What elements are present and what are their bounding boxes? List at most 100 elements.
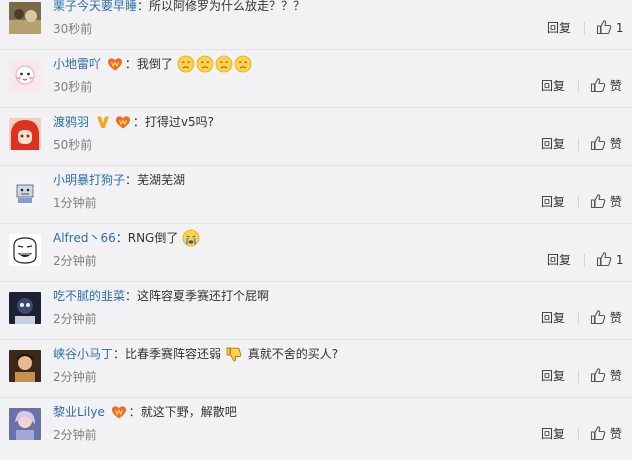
like-button[interactable]: 赞 xyxy=(590,307,622,329)
comment-row: 吃不腻的韭菜：这阵容夏季赛还打个屁啊 2分钟前 回复 赞 xyxy=(0,282,632,340)
avatar[interactable] xyxy=(9,350,41,382)
vip-heart-badge-icon xyxy=(111,404,127,420)
reply-button[interactable]: 回复 xyxy=(541,424,565,444)
comment-row: 峡谷小马丁：比春季赛阵容还弱 真就不舍的买人? 2分钟前 回复 赞 xyxy=(0,340,632,398)
thumbs-up-icon xyxy=(596,251,612,267)
divider xyxy=(578,138,579,151)
thumbs-up-icon xyxy=(596,19,612,35)
comment-text: 比春季赛阵容还弱 xyxy=(125,347,222,361)
avatar[interactable] xyxy=(9,234,41,266)
divider xyxy=(578,80,579,93)
like-button[interactable]: 赞 xyxy=(590,75,622,97)
comment-username[interactable]: 吃不腻的韭菜 xyxy=(53,289,125,303)
comment-username[interactable]: 渡鸦羽 xyxy=(53,115,89,129)
comment-time: 30秒前 xyxy=(53,80,93,94)
like-count: 赞 xyxy=(609,79,622,93)
verified-v-icon xyxy=(95,114,111,130)
like-button[interactable]: 赞 xyxy=(590,423,622,445)
comment-colon: ： xyxy=(128,405,141,419)
comment-colon: ： xyxy=(137,0,150,13)
like-count: 赞 xyxy=(609,427,622,441)
comment-row: 小明暴打狗子：芜湖芜湖 1分钟前 回复 赞 xyxy=(0,166,632,224)
comment-colon: ： xyxy=(113,347,126,361)
comment-username[interactable]: 栗子今天要早睡 xyxy=(53,0,137,13)
sad-face-emoji xyxy=(215,55,233,73)
comment-username[interactable]: 小明暴打狗子 xyxy=(53,173,125,187)
comment-text: 打得过v5吗? xyxy=(144,115,214,129)
comment-text-cont: 真就不舍的买人? xyxy=(247,347,339,361)
like-button[interactable]: 赞 xyxy=(590,133,622,155)
thumbs-up-icon xyxy=(590,77,606,93)
like-count: 赞 xyxy=(609,311,622,325)
like-count: 赞 xyxy=(609,137,622,151)
comment-time: 2分钟前 xyxy=(53,254,97,268)
divider xyxy=(584,254,585,267)
reply-button[interactable]: 回复 xyxy=(541,308,565,328)
reply-button[interactable]: 回复 xyxy=(541,366,565,386)
comment-text: RNG倒了 xyxy=(127,231,179,245)
divider xyxy=(578,196,579,209)
like-button[interactable]: 赞 xyxy=(590,365,622,387)
like-button[interactable]: 1 xyxy=(596,17,623,39)
comment-text: 我倒了 xyxy=(136,57,173,71)
sad-face-emoji xyxy=(177,55,195,73)
thumbs-up-icon xyxy=(590,309,606,325)
comment-username[interactable]: Alfred丶66 xyxy=(53,231,116,245)
vip-heart-badge-icon xyxy=(115,114,131,130)
thumbs-up-icon xyxy=(590,193,606,209)
thumbs-up-icon xyxy=(590,425,606,441)
comment-time: 2分钟前 xyxy=(53,312,97,326)
avatar[interactable] xyxy=(9,292,41,324)
comment-list: 栗子今天要早睡：所以阿修罗为什么放走？？？ 30秒前 回复 1 小地雷吖 ：我倒… xyxy=(0,0,632,460)
sad-face-emoji xyxy=(196,55,214,73)
divider xyxy=(578,428,579,441)
avatar[interactable] xyxy=(9,118,41,150)
reply-button[interactable]: 回复 xyxy=(547,18,571,38)
comment-username[interactable]: 黎业Lilye xyxy=(53,405,105,419)
like-button[interactable]: 1 xyxy=(596,249,623,271)
comment-username[interactable]: 峡谷小马丁 xyxy=(53,347,113,361)
avatar[interactable] xyxy=(9,60,41,92)
comment-colon: ： xyxy=(124,57,137,71)
like-button[interactable]: 赞 xyxy=(590,191,622,213)
reply-button[interactable]: 回复 xyxy=(541,192,565,212)
divider xyxy=(578,370,579,383)
avatar[interactable] xyxy=(9,176,41,208)
like-count: 1 xyxy=(615,253,624,267)
avatar[interactable] xyxy=(9,408,41,440)
comment-row: Alfred丶66：RNG倒了 2分钟前 回复 1 xyxy=(0,224,632,282)
comment-colon: ： xyxy=(115,231,128,245)
thumbs-up-icon xyxy=(590,135,606,151)
comment-text: 这阵容夏季赛还打个屁啊 xyxy=(137,289,270,303)
like-count: 1 xyxy=(615,21,624,35)
divider xyxy=(578,312,579,325)
vip-heart-badge-icon xyxy=(107,56,123,72)
crying-face-emoji xyxy=(182,229,200,247)
comment-row: 小地雷吖 ：我倒了 30秒前 回复 赞 xyxy=(0,50,632,108)
avatar[interactable] xyxy=(9,2,41,34)
comment-username[interactable]: 小地雷吖 xyxy=(53,57,101,71)
thumbs-up-icon xyxy=(590,367,606,383)
comment-row: 渡鸦羽 ：打得过v5吗? 50秒前 回复 赞 xyxy=(0,108,632,166)
comment-time: 2分钟前 xyxy=(53,428,97,442)
divider xyxy=(584,22,585,35)
comment-row: 栗子今天要早睡：所以阿修罗为什么放走？？？ 30秒前 回复 1 xyxy=(0,0,632,50)
sad-face-emoji xyxy=(234,55,252,73)
comment-text: 芜湖芜湖 xyxy=(137,173,186,187)
comment-time: 50秒前 xyxy=(53,138,93,152)
comment-colon: ： xyxy=(125,289,138,303)
comment-colon: ： xyxy=(125,173,138,187)
like-count: 赞 xyxy=(609,369,622,383)
comment-text: 所以阿修罗为什么放走？？？ xyxy=(149,0,306,13)
comment-time: 2分钟前 xyxy=(53,370,97,384)
reply-button[interactable]: 回复 xyxy=(541,134,565,154)
thumbs-down-emoji xyxy=(225,345,243,363)
like-count: 赞 xyxy=(609,195,622,209)
comment-text: 就这下野，解散吧 xyxy=(140,405,237,419)
reply-button[interactable]: 回复 xyxy=(547,250,571,270)
comment-colon: ： xyxy=(132,115,145,129)
comment-time: 1分钟前 xyxy=(53,196,97,210)
comment-time: 30秒前 xyxy=(53,22,93,36)
reply-button[interactable]: 回复 xyxy=(541,76,565,96)
comment-row: 黎业Lilye ：就这下野，解散吧 2分钟前 回复 赞 xyxy=(0,398,632,456)
